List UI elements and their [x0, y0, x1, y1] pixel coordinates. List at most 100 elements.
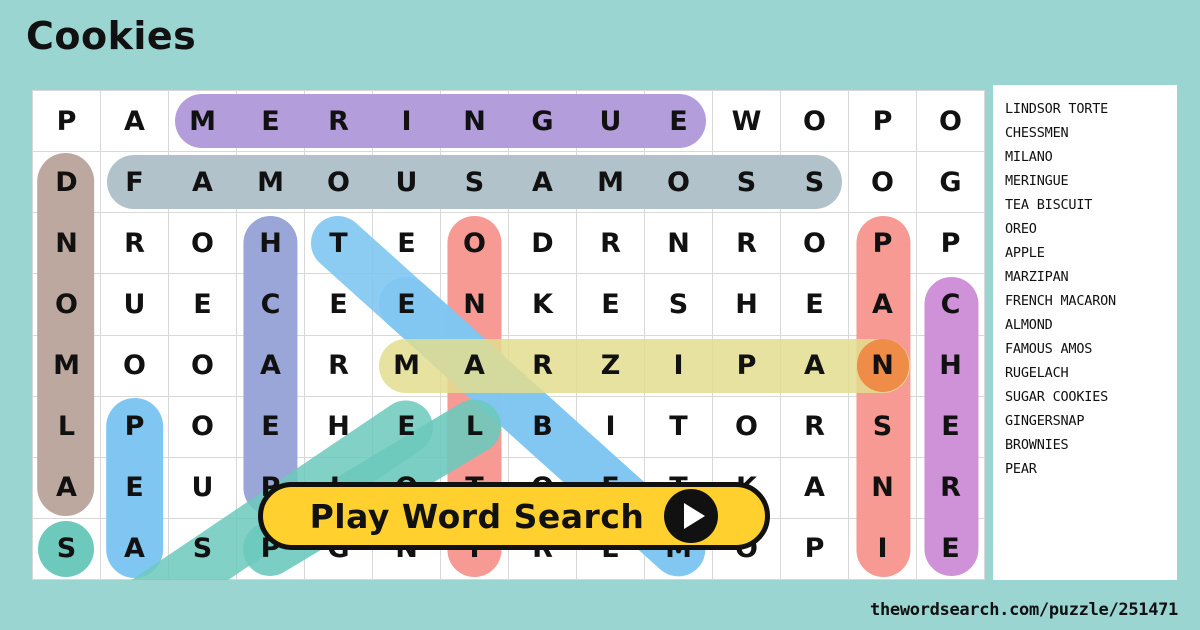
- grid-cell[interactable]: S: [32, 517, 101, 580]
- grid-cell[interactable]: K: [508, 273, 577, 336]
- grid-cell[interactable]: M: [576, 151, 645, 214]
- grid-cell[interactable]: R: [508, 334, 577, 397]
- grid-cell[interactable]: O: [780, 212, 849, 275]
- grid-cell[interactable]: O: [916, 90, 985, 153]
- grid-cell[interactable]: S: [440, 151, 509, 214]
- grid-cell[interactable]: A: [440, 334, 509, 397]
- grid-cell[interactable]: M: [236, 151, 305, 214]
- grid-cell[interactable]: R: [916, 456, 985, 519]
- grid-cell[interactable]: F: [100, 151, 169, 214]
- grid-cell[interactable]: P: [780, 517, 849, 580]
- grid-cell[interactable]: M: [32, 334, 101, 397]
- grid-cell[interactable]: E: [372, 273, 441, 336]
- grid-cell[interactable]: S: [168, 517, 237, 580]
- grid-cell[interactable]: R: [712, 212, 781, 275]
- grid-cell[interactable]: T: [644, 395, 713, 458]
- grid-cell[interactable]: O: [168, 334, 237, 397]
- grid-cell[interactable]: N: [440, 90, 509, 153]
- grid-cell[interactable]: N: [644, 212, 713, 275]
- grid-cell[interactable]: E: [644, 90, 713, 153]
- grid-cell[interactable]: M: [372, 334, 441, 397]
- grid-cell[interactable]: E: [100, 456, 169, 519]
- grid-cell[interactable]: N: [32, 212, 101, 275]
- grid-cell[interactable]: D: [508, 212, 577, 275]
- grid-cell[interactable]: O: [32, 273, 101, 336]
- grid-cell[interactable]: G: [916, 151, 985, 214]
- grid-cell[interactable]: S: [848, 395, 917, 458]
- grid-cell[interactable]: N: [848, 456, 917, 519]
- grid-cell[interactable]: S: [712, 151, 781, 214]
- grid-cell[interactable]: A: [236, 334, 305, 397]
- grid-row: NROHTEODRNROPP: [32, 212, 985, 275]
- grid-cell[interactable]: G: [508, 90, 577, 153]
- grid-cell[interactable]: I: [372, 90, 441, 153]
- grid-cell[interactable]: N: [848, 334, 917, 397]
- grid-cell[interactable]: C: [916, 273, 985, 336]
- grid-cell[interactable]: S: [644, 273, 713, 336]
- grid-cell[interactable]: P: [32, 90, 101, 153]
- grid-cell[interactable]: I: [848, 517, 917, 580]
- grid-cell[interactable]: U: [168, 456, 237, 519]
- grid-cell[interactable]: A: [168, 151, 237, 214]
- grid-cell[interactable]: R: [100, 212, 169, 275]
- grid-cell[interactable]: R: [576, 212, 645, 275]
- grid-cell[interactable]: H: [236, 212, 305, 275]
- grid-cell[interactable]: E: [916, 517, 985, 580]
- grid-cell[interactable]: T: [304, 212, 373, 275]
- grid-cell[interactable]: H: [712, 273, 781, 336]
- word-list-item: ALMOND: [1005, 317, 1053, 333]
- grid-cell[interactable]: H: [304, 395, 373, 458]
- grid-cell[interactable]: A: [32, 456, 101, 519]
- grid-cell[interactable]: R: [304, 334, 373, 397]
- grid-cell[interactable]: P: [916, 212, 985, 275]
- grid-cell[interactable]: E: [236, 90, 305, 153]
- grid-cell[interactable]: A: [100, 517, 169, 580]
- grid-cell[interactable]: O: [848, 151, 917, 214]
- grid-cell[interactable]: N: [440, 273, 509, 336]
- word-list-item: RUGELACH: [1005, 365, 1069, 381]
- grid-cell[interactable]: P: [848, 212, 917, 275]
- grid-cell[interactable]: Z: [576, 334, 645, 397]
- grid-cell[interactable]: U: [100, 273, 169, 336]
- grid-cell[interactable]: L: [32, 395, 101, 458]
- grid-cell[interactable]: E: [372, 395, 441, 458]
- grid-cell[interactable]: E: [576, 273, 645, 336]
- grid-cell[interactable]: O: [168, 395, 237, 458]
- grid-cell[interactable]: L: [440, 395, 509, 458]
- grid-cell[interactable]: I: [644, 334, 713, 397]
- grid-cell[interactable]: W: [712, 90, 781, 153]
- grid-cell[interactable]: A: [780, 456, 849, 519]
- grid-cell[interactable]: A: [780, 334, 849, 397]
- grid-cell[interactable]: E: [372, 212, 441, 275]
- grid-cell[interactable]: C: [236, 273, 305, 336]
- grid-cell[interactable]: A: [100, 90, 169, 153]
- grid-cell[interactable]: S: [780, 151, 849, 214]
- grid-cell[interactable]: M: [168, 90, 237, 153]
- grid-cell[interactable]: O: [100, 334, 169, 397]
- grid-cell[interactable]: A: [508, 151, 577, 214]
- grid-cell[interactable]: O: [168, 212, 237, 275]
- grid-cell[interactable]: O: [644, 151, 713, 214]
- grid-cell[interactable]: O: [304, 151, 373, 214]
- grid-cell[interactable]: E: [916, 395, 985, 458]
- play-word-search-button[interactable]: Play Word Search: [258, 482, 770, 550]
- grid-cell[interactable]: P: [712, 334, 781, 397]
- grid-cell[interactable]: R: [780, 395, 849, 458]
- grid-cell[interactable]: H: [916, 334, 985, 397]
- grid-cell[interactable]: U: [372, 151, 441, 214]
- grid-cell[interactable]: R: [304, 90, 373, 153]
- grid-cell[interactable]: U: [576, 90, 645, 153]
- grid-cell[interactable]: O: [712, 395, 781, 458]
- grid-cell[interactable]: O: [780, 90, 849, 153]
- grid-cell[interactable]: E: [168, 273, 237, 336]
- grid-cell[interactable]: P: [848, 90, 917, 153]
- grid-cell[interactable]: P: [100, 395, 169, 458]
- grid-cell[interactable]: E: [304, 273, 373, 336]
- grid-cell[interactable]: O: [440, 212, 509, 275]
- grid-cell[interactable]: E: [780, 273, 849, 336]
- grid-cell[interactable]: B: [508, 395, 577, 458]
- grid-cell[interactable]: A: [848, 273, 917, 336]
- grid-cell[interactable]: E: [236, 395, 305, 458]
- grid-cell[interactable]: I: [576, 395, 645, 458]
- grid-cell[interactable]: D: [32, 151, 101, 214]
